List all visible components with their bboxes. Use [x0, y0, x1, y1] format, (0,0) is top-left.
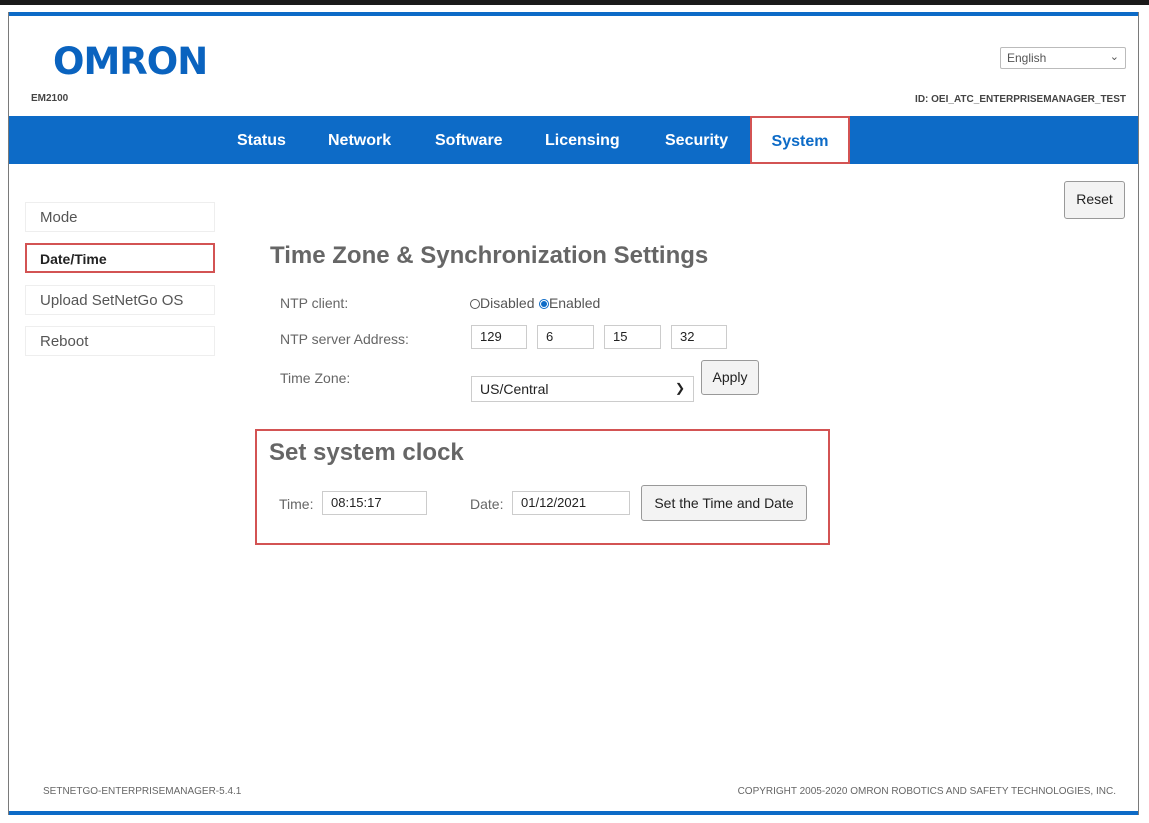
model-label: EM2100	[31, 93, 69, 104]
main-nav: Status Network Software Licensing Securi…	[9, 116, 1138, 164]
reset-button[interactable]: Reset	[1064, 181, 1125, 219]
time-input[interactable]: 08:15:17	[322, 491, 427, 515]
omron-logo: OMRON	[53, 40, 208, 83]
nav-network[interactable]: Network	[328, 132, 391, 150]
frame-bottom-bar	[9, 811, 1138, 815]
nav-licensing[interactable]: Licensing	[545, 132, 620, 150]
ntp-enabled-radio[interactable]	[538, 299, 549, 309]
ntp-octet-4-input[interactable]: 32	[671, 325, 727, 349]
nav-security[interactable]: Security	[665, 132, 728, 150]
app-frame: OMRON EM2100 English ⌄ ID: OEI_ATC_ENTER…	[8, 12, 1139, 815]
ntp-octet-3-input[interactable]: 15	[604, 325, 661, 349]
sidebar-item-date-time[interactable]: Date/Time	[25, 243, 215, 273]
ntp-disabled-label[interactable]: Disabled	[480, 295, 534, 311]
time-label: Time:	[279, 496, 314, 512]
sidebar-item-mode[interactable]: Mode	[25, 202, 215, 232]
date-input[interactable]: 01/12/2021	[512, 491, 630, 515]
frame-top-bar	[9, 12, 1138, 16]
ntp-octet-2-input[interactable]: 6	[537, 325, 594, 349]
timezone-select[interactable]: US/Central ❯	[471, 376, 694, 402]
ntp-client-label: NTP client:	[280, 295, 349, 311]
sync-section-title: Time Zone & Synchronization Settings	[270, 242, 709, 269]
ntp-octet-1-input[interactable]: 129	[471, 325, 527, 349]
nav-system[interactable]: System	[750, 116, 850, 164]
set-time-date-button[interactable]: Set the Time and Date	[641, 485, 807, 521]
clock-section-title: Set system clock	[269, 439, 464, 466]
ntp-client-radio-group: Disabled Enabled	[470, 295, 600, 313]
window-top-border	[0, 0, 1149, 5]
language-select[interactable]: English ⌄	[1000, 47, 1126, 69]
nav-software[interactable]: Software	[435, 132, 503, 150]
nav-status[interactable]: Status	[237, 132, 286, 150]
device-id: ID: OEI_ATC_ENTERPRISEMANAGER_TEST	[915, 94, 1126, 105]
language-value: English	[1007, 51, 1047, 65]
sidebar-item-upload-os[interactable]: Upload SetNetGo OS	[25, 285, 215, 315]
chevron-down-icon: ⌄	[1109, 51, 1119, 63]
timezone-label: Time Zone:	[280, 370, 351, 386]
ntp-enabled-label[interactable]: Enabled	[549, 295, 600, 311]
timezone-value: US/Central	[480, 381, 549, 397]
footer-version: SETNETGO-ENTERPRISEMANAGER-5.4.1	[43, 786, 242, 797]
ntp-server-label: NTP server Address:	[280, 331, 409, 347]
date-label: Date:	[470, 496, 504, 512]
footer-copyright: COPYRIGHT 2005-2020 OMRON ROBOTICS AND S…	[737, 786, 1116, 797]
sidebar-item-reboot[interactable]: Reboot	[25, 326, 215, 356]
ntp-disabled-radio[interactable]	[470, 299, 480, 309]
apply-button[interactable]: Apply	[701, 360, 759, 395]
chevron-down-icon: ❯	[674, 381, 685, 395]
